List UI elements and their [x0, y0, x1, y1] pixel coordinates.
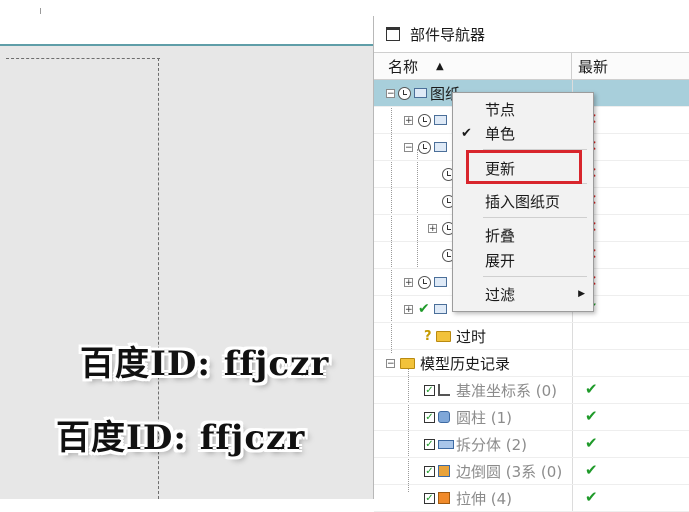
tree-row-feature[interactable]: ✓ 边倒圆 (3系 (0) ✔	[374, 458, 689, 485]
split-body-icon	[438, 439, 454, 449]
menu-item-collapse[interactable]: 折叠	[453, 223, 593, 247]
expand-icon[interactable]: +	[404, 304, 413, 314]
visibility-checkbox[interactable]: ✓	[424, 492, 435, 504]
latest-cell: ✔	[572, 377, 689, 403]
menu-item-insert-sheet[interactable]: 插入图纸页	[453, 189, 593, 213]
menu-label: 节点	[485, 100, 516, 119]
latest-cell: ✔	[572, 485, 689, 511]
context-menu: 节点 ✔ 单色 更新 插入图纸页 折叠 展开 过滤 ▶	[452, 92, 594, 312]
up-to-date-check-icon: ✔	[585, 461, 598, 479]
menu-item-filter[interactable]: 过滤 ▶	[453, 282, 593, 306]
datum-csys-icon	[438, 384, 450, 396]
tree-label-feature: 基准坐标系 (0)	[456, 381, 558, 400]
sheet-icon	[434, 115, 447, 125]
up-to-date-check-icon: ✔	[585, 434, 598, 452]
column-latest-label: 最新	[578, 57, 609, 76]
latest-cell	[572, 350, 689, 376]
visibility-checkbox[interactable]: ✓	[424, 384, 435, 396]
panel-header: 部件导航器	[374, 16, 689, 53]
sort-ascending-icon: ▲	[436, 60, 444, 72]
column-header-latest[interactable]: 最新	[572, 53, 689, 79]
window-icon[interactable]	[386, 27, 400, 41]
up-to-date-check-icon: ✔	[585, 488, 598, 506]
panel-title: 部件导航器	[410, 25, 486, 44]
visibility-checkbox[interactable]: ✓	[424, 411, 435, 423]
menu-item-expand[interactable]: 展开	[453, 248, 593, 272]
clock-icon	[418, 275, 431, 289]
menu-label: 展开	[485, 251, 516, 270]
sheet-icon	[434, 277, 447, 287]
menu-label: 折叠	[485, 226, 516, 245]
tree-row-feature[interactable]: ✓ 基准坐标系 (0) ✔	[374, 377, 689, 404]
folder-icon	[436, 330, 451, 342]
tree-row-model-history[interactable]: − 模型历史记录	[374, 350, 689, 377]
menu-label: 插入图纸页	[485, 192, 561, 211]
expand-icon[interactable]: +	[428, 223, 437, 233]
edge-blend-icon	[438, 465, 450, 477]
column-headers: 名称 ▲ 最新	[374, 53, 689, 80]
latest-cell	[572, 323, 689, 349]
up-to-date-check-icon: ✔	[585, 380, 598, 398]
watermark-text-2: 百度ID: ffjczr	[56, 418, 306, 458]
cylinder-icon	[438, 411, 450, 423]
latest-cell: ✔	[572, 431, 689, 457]
latest-cell: ✔	[572, 404, 689, 430]
tree-row-outdated[interactable]: ? 过时	[374, 323, 689, 350]
column-header-name[interactable]: 名称 ▲	[374, 53, 572, 79]
sheet-icon	[434, 142, 447, 152]
tree-label-outdated: 过时	[456, 327, 487, 346]
drawing-icon	[414, 88, 427, 98]
folder-icon	[400, 357, 415, 369]
latest-cell: ✔	[572, 458, 689, 484]
clock-icon	[418, 140, 431, 154]
collapse-icon[interactable]: −	[404, 142, 413, 152]
menu-label: 单色	[485, 124, 516, 143]
column-name-label: 名称	[388, 57, 419, 76]
collapse-icon[interactable]: −	[386, 358, 395, 368]
graphics-window-top	[0, 0, 373, 44]
collapse-icon[interactable]: −	[386, 88, 395, 98]
visibility-checkbox[interactable]: ✓	[424, 465, 435, 477]
menu-separator	[483, 217, 587, 218]
up-to-date-check-icon: ✔	[418, 301, 430, 317]
watermark-text-1: 百度ID: ffjczr	[80, 344, 330, 384]
up-to-date-check-icon: ✔	[585, 407, 598, 425]
tree-label-model-history: 模型历史记录	[420, 354, 511, 373]
tree-label-feature: 边倒圆 (3系 (0)	[456, 462, 563, 481]
submenu-arrow-icon: ▶	[578, 289, 585, 299]
menu-separator	[483, 276, 587, 277]
ruler-tick	[40, 8, 41, 14]
sheet-icon	[434, 304, 447, 314]
tree-label-feature: 拆分体 (2)	[456, 435, 528, 454]
expand-icon[interactable]: +	[404, 277, 413, 287]
expand-icon[interactable]: +	[404, 115, 413, 125]
clock-icon	[418, 113, 431, 127]
menu-item-monochrome[interactable]: ✔ 单色	[453, 121, 593, 145]
tree-row-feature[interactable]: ✓ 拆分体 (2) ✔	[374, 431, 689, 458]
sheet-border-top	[6, 58, 160, 59]
visibility-checkbox[interactable]: ✓	[424, 438, 435, 450]
tree-row-feature[interactable]: ✓ 圆柱 (1) ✔	[374, 404, 689, 431]
annotation-highlight-box	[466, 150, 582, 184]
checkmark-icon: ✔	[461, 125, 472, 141]
tree-label-feature: 圆柱 (1)	[456, 408, 513, 427]
menu-item-node[interactable]: 节点	[453, 97, 593, 121]
menu-label: 过滤	[485, 285, 516, 304]
clock-icon	[398, 86, 411, 100]
tree-label-feature: 拉伸 (4)	[456, 489, 513, 508]
question-mark-icon: ?	[424, 328, 432, 344]
extrude-icon	[438, 492, 450, 504]
